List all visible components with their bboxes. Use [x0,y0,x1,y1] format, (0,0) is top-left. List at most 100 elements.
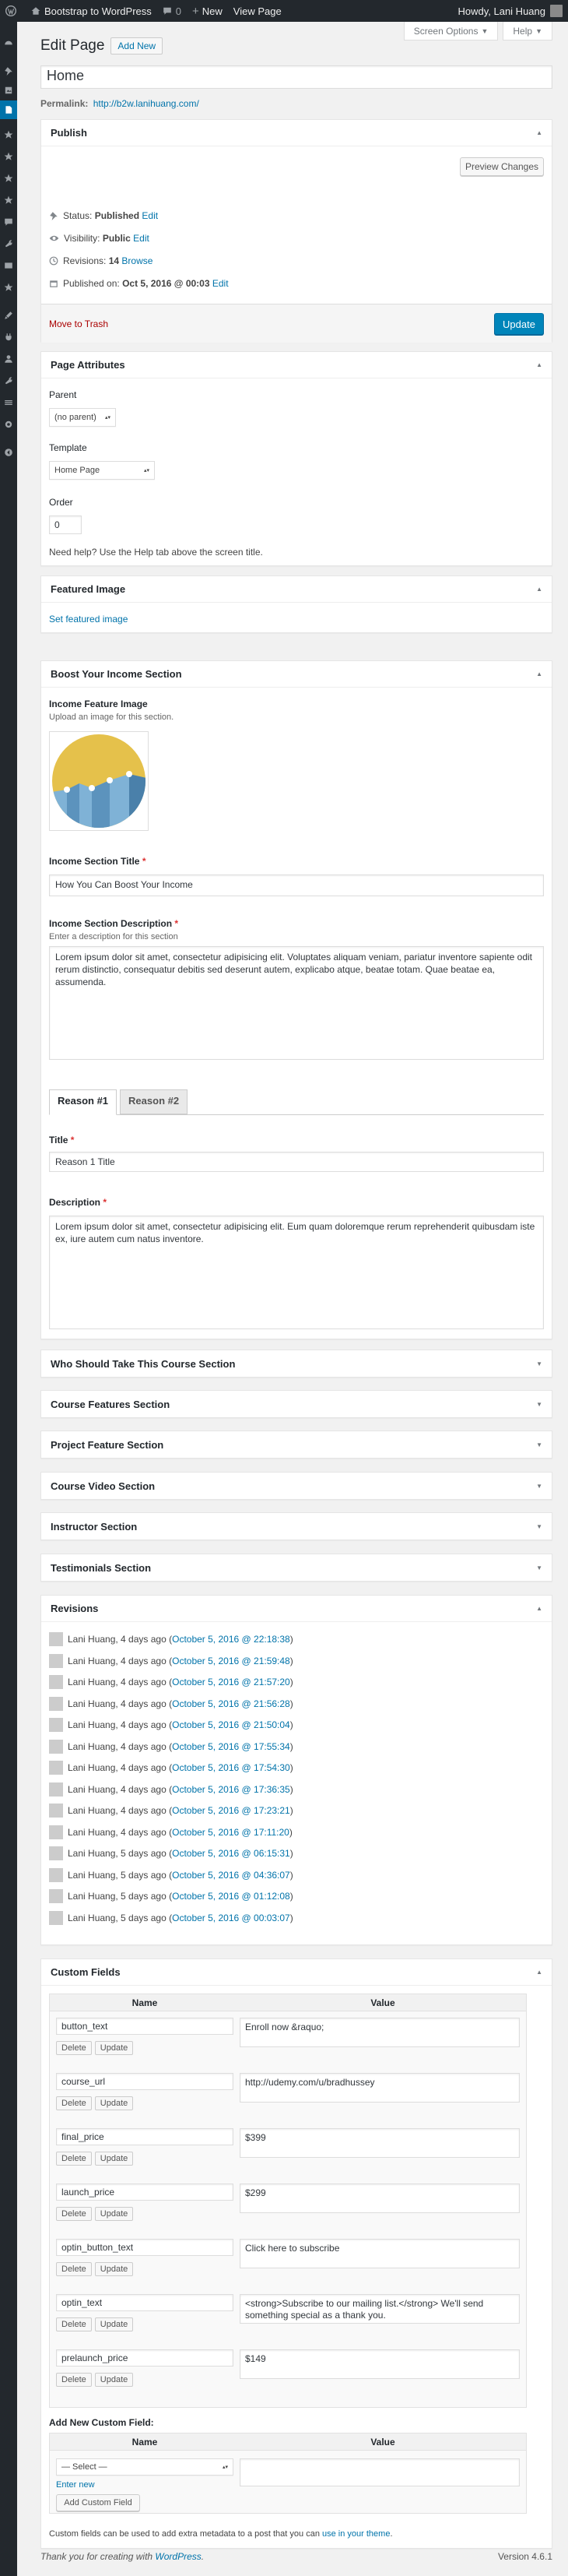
revision-date-link[interactable]: October 5, 2016 @ 17:54:30 [172,1762,290,1773]
permalink-url[interactable]: http://b2w.lanihuang.com/ [93,98,199,109]
my-account-menu[interactable]: Howdy, Lani Huang [453,0,568,22]
revisions-browse-link[interactable]: Browse [121,255,153,266]
toggle-down-icon[interactable]: ▼ [536,1401,542,1408]
move-to-trash-link[interactable]: Move to Trash [49,318,108,329]
delete-button[interactable]: Delete [56,2096,92,2110]
sidebar-item-appearance[interactable] [2,309,15,322]
toggle-down-icon[interactable]: ▼ [536,1483,542,1490]
sidebar-item-settings[interactable] [2,396,15,409]
custom-field-value-textarea[interactable]: $399 [240,2128,520,2158]
site-name-menu[interactable]: Bootstrap to WordPress [26,0,157,22]
enter-new-link[interactable]: Enter new [56,2480,95,2490]
revisions-header[interactable]: Revisions ▲ [41,1596,552,1622]
set-featured-image-link[interactable]: Set featured image [49,614,128,625]
delete-button[interactable]: Delete [56,2317,92,2331]
featured-image-header[interactable]: Featured Image ▲ [41,576,552,603]
course-video-header[interactable]: Course Video Section ▼ [41,1473,552,1499]
update-button[interactable]: Update [494,313,544,335]
income-section-title-input[interactable]: How You Can Boost Your Income [49,875,544,896]
tab-reason-2[interactable]: Reason #2 [120,1089,188,1114]
parent-select[interactable]: (no parent) ▴▾ [49,408,116,427]
revision-date-link[interactable]: October 5, 2016 @ 17:55:34 [172,1741,290,1752]
add-new-button[interactable]: Add New [110,37,163,55]
sidebar-item-star-4[interactable] [2,194,15,206]
preview-changes-button[interactable]: Preview Changes [460,157,544,176]
toggle-down-icon[interactable]: ▼ [536,1523,542,1530]
sidebar-item-star-1[interactable] [2,128,15,141]
revision-date-link[interactable]: October 5, 2016 @ 04:36:07 [172,1870,290,1881]
publish-box-header[interactable]: Publish ▲ [41,120,552,146]
sidebar-item-star-5[interactable] [2,281,15,294]
post-title-input[interactable]: Home [40,65,552,89]
status-edit-link[interactable]: Edit [142,210,158,221]
sidebar-item-tools[interactable] [2,375,15,387]
new-content-menu[interactable]: + New [187,0,228,22]
revision-date-link[interactable]: October 5, 2016 @ 00:03:07 [172,1913,290,1923]
sidebar-item-star-3[interactable] [2,172,15,185]
sidebar-item-mail[interactable] [2,259,15,272]
income-section-desc-textarea[interactable]: Lorem ipsum dolor sit amet, consectetur … [49,946,544,1060]
revision-date-link[interactable]: October 5, 2016 @ 21:59:48 [172,1656,290,1666]
toggle-up-icon[interactable]: ▲ [536,1969,542,1976]
custom-field-value-textarea[interactable]: $149 [240,2349,520,2379]
revision-date-link[interactable]: October 5, 2016 @ 01:12:08 [172,1891,290,1902]
view-page-link[interactable]: View Page [228,0,287,22]
reason-title-input[interactable]: Reason 1 Title [49,1152,544,1172]
update-field-button[interactable]: Update [94,2041,134,2055]
custom-field-value-textarea[interactable]: Click here to subscribe [240,2239,520,2268]
course-features-header[interactable]: Course Features Section ▼ [41,1391,552,1417]
revision-date-link[interactable]: October 5, 2016 @ 21:57:20 [172,1677,290,1687]
sidebar-item-comments[interactable] [2,216,15,228]
update-field-button[interactable]: Update [94,2096,134,2110]
income-feature-image[interactable] [49,731,149,831]
sidebar-item-pages[interactable] [0,100,17,119]
custom-field-key-input[interactable]: final_price [56,2128,233,2145]
sidebar-item-tools-1[interactable] [2,238,15,250]
visibility-edit-link[interactable]: Edit [133,233,149,244]
custom-field-key-input[interactable]: button_text [56,2018,233,2035]
delete-button[interactable]: Delete [56,2262,92,2276]
tab-reason-1[interactable]: Reason #1 [49,1089,117,1115]
testimonials-header[interactable]: Testimonials Section ▼ [41,1554,552,1581]
custom-field-value-textarea[interactable]: <strong>Subscribe to our mailing list.</… [240,2294,520,2324]
revision-date-link[interactable]: October 5, 2016 @ 06:15:31 [172,1848,290,1859]
update-field-button[interactable]: Update [94,2152,134,2166]
delete-button[interactable]: Delete [56,2373,92,2387]
comments-menu[interactable]: 0 [157,0,187,22]
custom-field-key-input[interactable]: launch_price [56,2184,233,2201]
add-custom-field-button[interactable]: Add Custom Field [56,2494,140,2511]
toggle-down-icon[interactable]: ▼ [536,1564,542,1571]
toggle-down-icon[interactable]: ▼ [536,1360,542,1367]
update-field-button[interactable]: Update [94,2317,134,2331]
sidebar-item-plugins[interactable] [2,331,15,343]
revision-date-link[interactable]: October 5, 2016 @ 21:56:28 [172,1698,290,1709]
wordpress-link[interactable]: WordPress [155,2551,201,2562]
boost-income-header[interactable]: Boost Your Income Section ▲ [41,661,552,688]
who-should-take-header[interactable]: Who Should Take This Course Section ▼ [41,1350,552,1377]
sidebar-item-gear[interactable] [2,418,15,431]
update-field-button[interactable]: Update [94,2262,134,2276]
screen-options-button[interactable]: Screen Options ▼ [403,22,499,40]
template-select[interactable]: Home Page ▴▾ [49,461,155,480]
delete-button[interactable]: Delete [56,2152,92,2166]
custom-field-key-input[interactable]: optin_button_text [56,2239,233,2256]
sidebar-item-dashboard[interactable] [2,37,15,49]
revision-date-link[interactable]: October 5, 2016 @ 22:18:38 [172,1634,290,1645]
toggle-up-icon[interactable]: ▲ [536,361,542,368]
custom-field-value-textarea[interactable]: $299 [240,2184,520,2213]
sidebar-item-users[interactable] [2,353,15,365]
sidebar-item-collapse[interactable] [2,446,15,459]
help-button[interactable]: Help ▼ [503,22,552,40]
delete-button[interactable]: Delete [56,2041,92,2055]
order-input[interactable]: 0 [49,516,82,534]
instructor-header[interactable]: Instructor Section ▼ [41,1513,552,1540]
custom-fields-header[interactable]: Custom Fields ▲ [41,1959,552,1986]
revision-date-link[interactable]: October 5, 2016 @ 17:36:35 [172,1784,290,1795]
wp-logo-menu[interactable] [0,0,26,22]
update-field-button[interactable]: Update [94,2207,134,2221]
custom-field-key-input[interactable]: optin_text [56,2294,233,2311]
sidebar-item-media[interactable] [2,84,15,97]
custom-field-key-select[interactable]: — Select — ▴▾ [56,2458,233,2476]
toggle-up-icon[interactable]: ▲ [536,586,542,593]
use-in-theme-link[interactable]: use in your theme [322,2529,390,2539]
